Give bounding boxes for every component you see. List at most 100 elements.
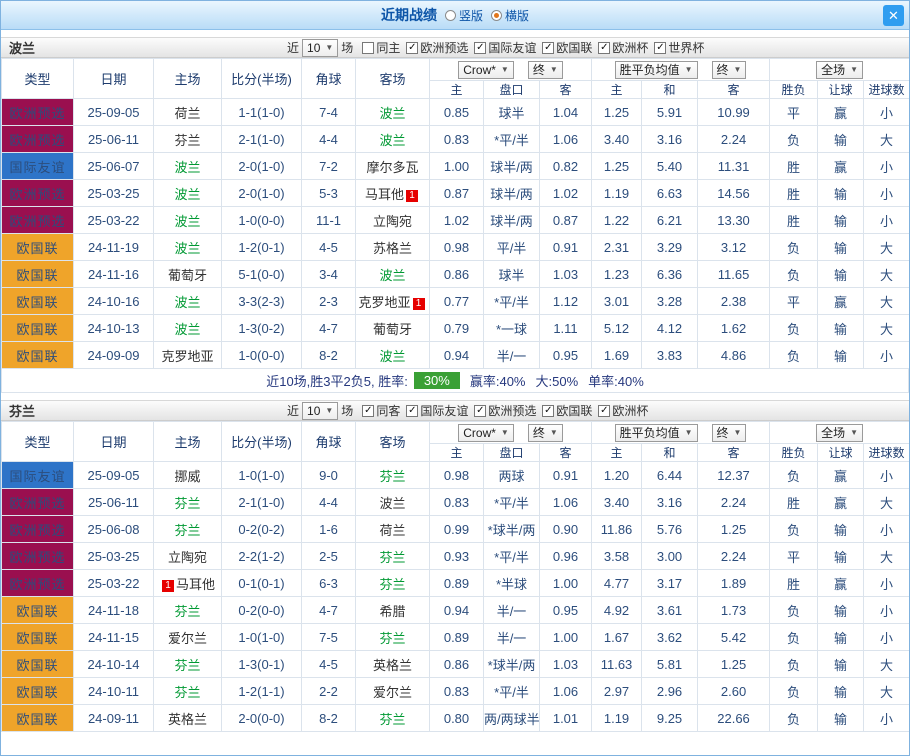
home-team-name[interactable]: 荷兰 <box>174 106 200 121</box>
away-team-name[interactable]: 波兰 <box>379 496 405 511</box>
result-goals: 大 <box>864 261 910 288</box>
layout-radio-vertical[interactable]: 竖版 <box>445 7 483 24</box>
home-team-name[interactable]: 马耳他 <box>176 577 215 592</box>
away-team-name[interactable]: 波兰 <box>379 133 405 148</box>
away-team-name[interactable]: 希腊 <box>379 604 405 619</box>
home-team-name[interactable]: 波兰 <box>174 187 200 202</box>
away-team-name[interactable]: 苏格兰 <box>373 241 412 256</box>
home-team-name[interactable]: 波兰 <box>174 322 200 337</box>
filter-checkbox[interactable]: 欧国联 <box>542 39 592 56</box>
away-team-name[interactable]: 波兰 <box>379 268 405 283</box>
corners-cell: 9-0 <box>302 462 356 489</box>
away-team-name[interactable]: 芬兰 <box>379 712 405 727</box>
scope-select[interactable]: 全场▼ <box>816 424 863 442</box>
result-handicap: 输 <box>818 315 864 342</box>
avg-home-odds: 3.40 <box>592 126 642 153</box>
avg-odds-select[interactable]: 胜平负均值▼ <box>615 424 698 442</box>
recent-count-select[interactable]: 10▼ <box>302 39 338 57</box>
home-team-name[interactable]: 波兰 <box>174 160 200 175</box>
handicap-final-select[interactable]: 终▼ <box>528 61 563 79</box>
home-team-name[interactable]: 立陶宛 <box>168 550 207 565</box>
home-team-name[interactable]: 波兰 <box>174 241 200 256</box>
filter-checkbox[interactable]: 国际友谊 <box>474 39 536 56</box>
close-button[interactable]: ✕ <box>883 5 904 26</box>
chevron-down-icon: ▼ <box>685 428 693 437</box>
scope-select[interactable]: 全场▼ <box>816 61 863 79</box>
filter-matches-label: 场 <box>341 402 353 419</box>
odds-company-select[interactable]: Crow*▼ <box>458 61 514 79</box>
filter-checkbox[interactable]: 欧洲预选 <box>406 39 468 56</box>
away-team-name[interactable]: 马耳他 <box>365 187 404 202</box>
avg-away-odds: 12.37 <box>698 462 770 489</box>
avg-home-odds: 11.86 <box>592 516 642 543</box>
avg-draw-odds: 6.21 <box>642 207 698 234</box>
match-date: 25-06-11 <box>74 489 154 516</box>
summary-record: 近10场,胜3平2负5, 胜率: <box>266 371 408 390</box>
corners-cell: 7-4 <box>302 99 356 126</box>
filter-checkbox[interactable]: 欧洲预选 <box>474 402 536 419</box>
handicap-line: *平/半 <box>484 678 540 705</box>
away-team-name[interactable]: 芬兰 <box>379 469 405 484</box>
home-team-name[interactable]: 芬兰 <box>174 496 200 511</box>
filter-checkbox[interactable]: 欧国联 <box>542 402 592 419</box>
avg-odds-select[interactable]: 胜平负均值▼ <box>615 61 698 79</box>
home-team-name[interactable]: 爱尔兰 <box>168 631 207 646</box>
away-team-name[interactable]: 葡萄牙 <box>373 322 412 337</box>
home-team-name[interactable]: 芬兰 <box>174 685 200 700</box>
odds-company-select[interactable]: Crow*▼ <box>458 424 514 442</box>
league-type-badge: 欧洲预选 <box>2 516 74 543</box>
away-team-name[interactable]: 波兰 <box>379 349 405 364</box>
home-team-cell: 芬兰 <box>154 678 222 705</box>
away-team-name[interactable]: 芬兰 <box>379 550 405 565</box>
away-team-name[interactable]: 摩尔多瓦 <box>366 160 418 175</box>
recent-count-select[interactable]: 10▼ <box>302 402 338 420</box>
filter-checkbox[interactable]: 欧洲杯 <box>598 39 648 56</box>
home-team-name[interactable]: 葡萄牙 <box>168 268 207 283</box>
filter-checkbox[interactable]: 同客 <box>362 402 400 419</box>
avg-away-odds: 10.99 <box>698 99 770 126</box>
handicap-home-odds: 0.83 <box>430 678 484 705</box>
away-team-name[interactable]: 英格兰 <box>373 658 412 673</box>
match-row: 欧洲预选 25-03-22 1马耳他 0-1(0-1) 6-3 芬兰 0.89 … <box>2 570 910 597</box>
league-type-badge: 国际友谊 <box>2 153 74 180</box>
handicap-away-odds: 1.03 <box>540 261 592 288</box>
away-team-name[interactable]: 爱尔兰 <box>373 685 412 700</box>
avg-final-select[interactable]: 终▼ <box>712 61 747 79</box>
summary-row: 近10场,胜3平2负5, 胜率: 30% 赢率:40% 大:50% 单率:40% <box>1 369 909 393</box>
home-team-name[interactable]: 芬兰 <box>174 604 200 619</box>
home-team-name[interactable]: 克罗地亚 <box>161 349 213 364</box>
checkbox-label: 国际友谊 <box>420 402 468 419</box>
home-team-name[interactable]: 芬兰 <box>174 523 200 538</box>
checkbox-label: 欧洲杯 <box>612 402 648 419</box>
layout-radio-horizontal[interactable]: 横版 <box>491 7 529 24</box>
handicap-line: 半/一 <box>484 342 540 369</box>
filter-checkbox[interactable]: 同主 <box>362 39 400 56</box>
away-team-name[interactable]: 克罗地亚 <box>358 295 410 310</box>
away-team-name[interactable]: 立陶宛 <box>373 214 412 229</box>
away-team-name[interactable]: 芬兰 <box>379 577 405 592</box>
checkbox-label: 同客 <box>376 402 400 419</box>
match-date: 25-09-05 <box>74 462 154 489</box>
away-team-name[interactable]: 波兰 <box>379 106 405 121</box>
home-team-name[interactable]: 芬兰 <box>174 133 200 148</box>
league-type-badge: 欧洲预选 <box>2 489 74 516</box>
avg-final-select[interactable]: 终▼ <box>712 424 747 442</box>
home-team-name[interactable]: 英格兰 <box>168 712 207 727</box>
away-team-name[interactable]: 芬兰 <box>379 631 405 646</box>
result-goals: 小 <box>864 180 910 207</box>
avg-home-odds: 1.23 <box>592 261 642 288</box>
checkbox-icon <box>362 42 374 54</box>
away-team-name[interactable]: 荷兰 <box>379 523 405 538</box>
home-team-name[interactable]: 波兰 <box>174 214 200 229</box>
home-team-name[interactable]: 波兰 <box>174 295 200 310</box>
filter-checkbox[interactable]: 欧洲杯 <box>598 402 648 419</box>
filter-checkbox[interactable]: 国际友谊 <box>406 402 468 419</box>
filter-checkbox[interactable]: 世界杯 <box>654 39 704 56</box>
handicap-final-select[interactable]: 终▼ <box>528 424 563 442</box>
result-goals: 小 <box>864 516 910 543</box>
match-date: 25-03-22 <box>74 570 154 597</box>
handicap-away-odds: 1.00 <box>540 624 592 651</box>
home-team-name[interactable]: 芬兰 <box>174 658 200 673</box>
corners-cell: 4-5 <box>302 651 356 678</box>
home-team-name[interactable]: 挪威 <box>174 469 200 484</box>
